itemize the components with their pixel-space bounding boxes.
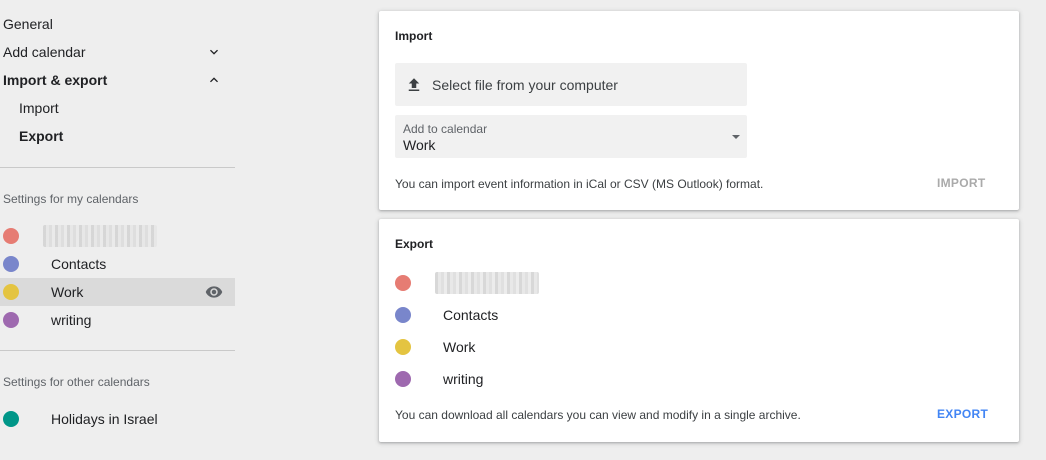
sidebar-divider	[0, 167, 235, 168]
select-label: Add to calendar	[403, 122, 488, 136]
sidebar-item-export[interactable]: Export	[0, 122, 236, 150]
calendar-name: Work	[443, 339, 476, 355]
sidebar-divider	[0, 350, 235, 351]
redacted-calendar-name	[435, 272, 539, 294]
sidebar-calendar-item[interactable]: Contacts	[0, 250, 235, 278]
export-calendar-item: Work	[395, 333, 795, 361]
export-info-text: You can download all calendars you can v…	[395, 408, 801, 422]
my-calendars-heading: Settings for my calendars	[3, 192, 139, 206]
calendar-name: Contacts	[51, 256, 107, 272]
sidebar-calendar-item[interactable]: Work	[0, 278, 235, 306]
other-calendars-heading: Settings for other calendars	[3, 375, 150, 389]
chevron-up-icon[interactable]	[206, 72, 222, 88]
select-value: Work	[403, 137, 436, 153]
dropdown-arrow-icon	[732, 135, 740, 139]
export-calendar-item: Contacts	[395, 301, 795, 329]
sidebar-item-label: Add calendar	[3, 44, 86, 60]
calendar-color-dot	[3, 312, 19, 328]
sidebar-item-label: Export	[19, 128, 64, 144]
sidebar-calendar-item[interactable]: writing	[0, 306, 235, 334]
import-button[interactable]: IMPORT	[937, 176, 985, 190]
calendar-color-dot	[3, 228, 19, 244]
import-card: Import Select file from your computer Ad…	[379, 11, 1019, 210]
calendar-color-dot	[395, 307, 411, 323]
sidebar-item-import[interactable]: Import	[0, 94, 236, 122]
sidebar-item-label: Import & export	[3, 72, 108, 88]
sidebar-calendar-item[interactable]	[0, 222, 235, 250]
export-card: Export Contacts Work writing You can dow…	[379, 219, 1019, 442]
sidebar-item-add-calendar[interactable]: Add calendar	[0, 38, 236, 66]
export-calendar-item	[395, 269, 795, 297]
calendar-color-dot	[395, 371, 411, 387]
import-info-text: You can import event information in iCal…	[395, 177, 764, 191]
eye-icon[interactable]	[205, 283, 223, 301]
export-button[interactable]: EXPORT	[937, 407, 988, 421]
chevron-down-icon[interactable]	[206, 44, 222, 60]
settings-sidebar: General Add calendar Import & export Imp…	[0, 0, 236, 460]
select-file-button[interactable]: Select file from your computer	[395, 63, 747, 106]
upload-icon	[408, 77, 420, 91]
export-calendar-item: writing	[395, 365, 795, 393]
calendar-name: writing	[443, 371, 484, 387]
calendar-name: Contacts	[443, 307, 499, 323]
add-to-calendar-select[interactable]: Add to calendar Work	[395, 115, 747, 158]
sidebar-calendar-item[interactable]: Holidays in Israel	[0, 405, 235, 433]
export-card-title: Export	[395, 237, 434, 251]
calendar-color-dot	[395, 275, 411, 291]
sidebar-item-label: Import	[19, 100, 59, 116]
calendar-color-dot	[3, 284, 19, 300]
redacted-calendar-name	[43, 225, 157, 247]
calendar-name: Work	[51, 284, 84, 300]
sidebar-item-import-export[interactable]: Import & export	[0, 66, 236, 94]
calendar-color-dot	[3, 411, 19, 427]
select-file-label: Select file from your computer	[432, 76, 618, 93]
sidebar-item-general[interactable]: General	[0, 10, 236, 38]
calendar-color-dot	[395, 339, 411, 355]
sidebar-item-label: General	[3, 16, 53, 32]
calendar-name: writing	[51, 312, 92, 328]
calendar-name: Holidays in Israel	[51, 411, 158, 427]
calendar-color-dot	[3, 256, 19, 272]
import-card-title: Import	[395, 29, 433, 43]
